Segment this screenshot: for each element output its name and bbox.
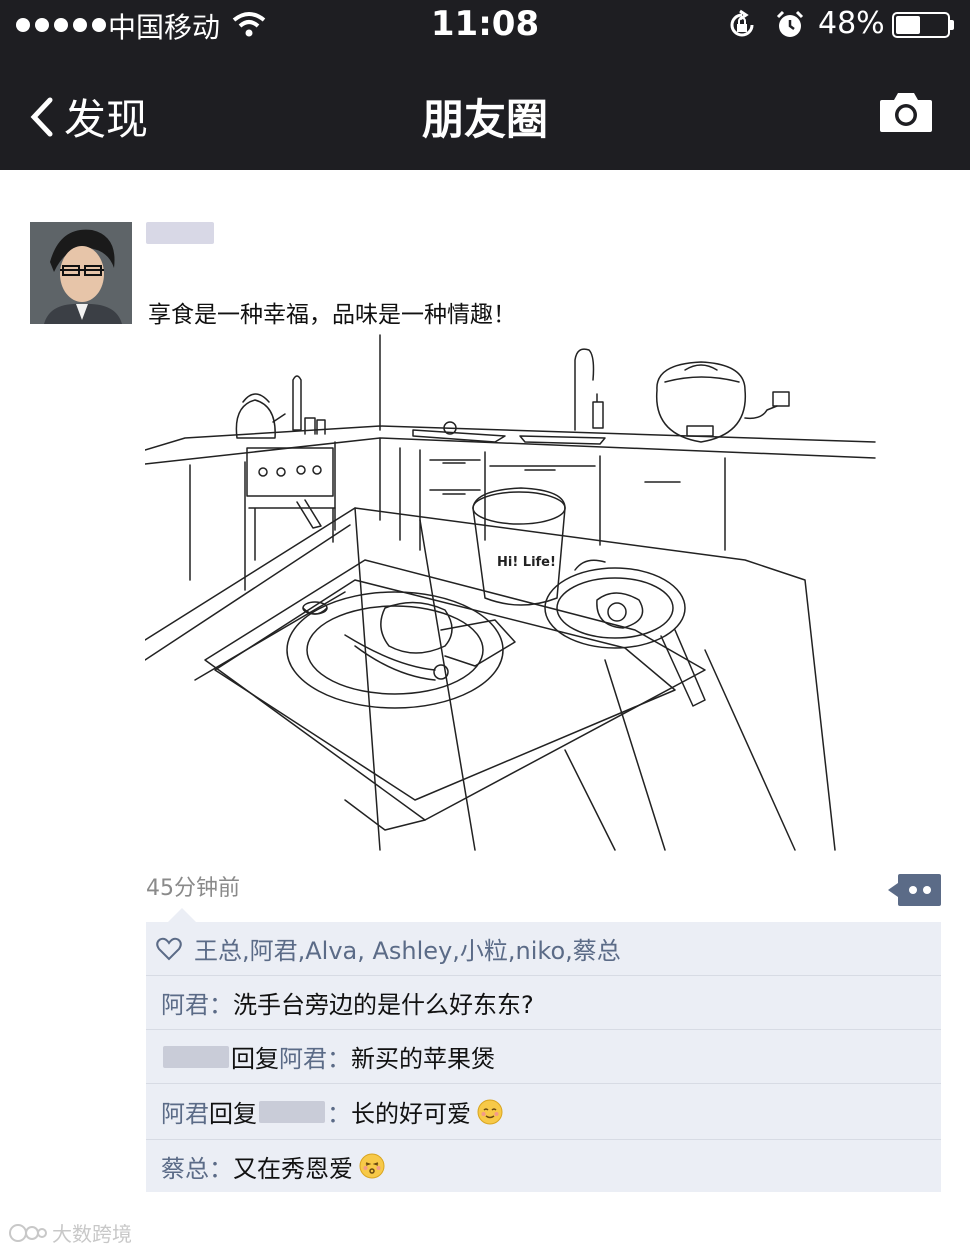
battery-percent: 48%: [818, 6, 885, 41]
battery-icon: [892, 12, 950, 38]
comment-text: 新买的苹果煲: [351, 1045, 495, 1073]
dot-icon: [909, 886, 917, 894]
heart-icon: [156, 937, 182, 960]
watermark-logo-icon: [9, 1223, 47, 1242]
comment-separator: ：: [327, 1100, 351, 1128]
watermark-text: 大数跨境: [52, 1222, 132, 1246]
avatar[interactable]: [30, 222, 132, 324]
battery-fill: [896, 16, 920, 34]
battery-tip: [950, 20, 954, 30]
username-blurred: [146, 222, 214, 244]
blurred-name: [163, 1045, 229, 1068]
blush-emoji-icon: [477, 1099, 503, 1124]
nav-bar: 发现 朋友圈: [0, 50, 970, 170]
alarm-icon: [776, 10, 804, 37]
watermark: 大数跨境: [8, 1218, 132, 1247]
comment-author[interactable]: 阿君: [161, 985, 209, 1020]
comment-text: 洗手台旁边的是什么好东东?: [233, 991, 534, 1019]
post-text: 享食是一种幸福，品味是一种情趣！: [148, 302, 516, 328]
comment-row[interactable]: 阿君 回复 ： 长的好可爱: [146, 1084, 941, 1140]
camera-icon[interactable]: [878, 90, 934, 134]
comment-author[interactable]: 阿君: [161, 1094, 209, 1129]
kiss-emoji-icon: [359, 1153, 385, 1179]
likes-names[interactable]: 王总,阿君,Alva, Ashley,小粒,niko,蔡总: [194, 931, 621, 966]
status-bar: 中国移动 11:08 48%: [0, 0, 970, 50]
comment-separator: ：: [209, 991, 233, 1019]
more-actions-button[interactable]: [888, 874, 941, 906]
comment-row[interactable]: 阿君 ： 洗手台旁边的是什么好东东?: [146, 976, 941, 1030]
reply-label: 回复: [209, 1100, 257, 1128]
page-title: 朋友圈: [421, 95, 548, 144]
likes-row: 王总,阿君,Alva, Ashley,小粒,niko,蔡总: [146, 922, 941, 976]
cup-label: Hi! Life!: [497, 555, 556, 570]
comment-row[interactable]: 回复 阿君 ： 新买的苹果煲: [146, 1030, 941, 1084]
post-image[interactable]: Hi! Life!: [145, 330, 880, 860]
reply-label: 回复: [231, 1045, 279, 1073]
comments-panel: 王总,阿君,Alva, Ashley,小粒,niko,蔡总 阿君 ： 洗手台旁边…: [146, 922, 941, 1192]
comment-author[interactable]: 蔡总: [161, 1149, 209, 1184]
comment-text: 长的好可爱: [351, 1100, 471, 1128]
dot-icon: [923, 886, 931, 894]
comment-text: 又在秀恩爱: [233, 1154, 353, 1183]
comments-panel-arrow: [168, 908, 196, 922]
post-timestamp: 45分钟前: [146, 876, 240, 901]
comment-reply-to[interactable]: 阿君: [279, 1039, 327, 1074]
comment-separator: ：: [327, 1045, 351, 1073]
rotation-lock-icon: [730, 9, 754, 37]
blurred-name: [259, 1100, 325, 1123]
comment-separator: ：: [209, 1154, 233, 1183]
comment-row[interactable]: 蔡总 ： 又在秀恩爱: [146, 1140, 941, 1192]
avatar-image: [30, 222, 132, 324]
